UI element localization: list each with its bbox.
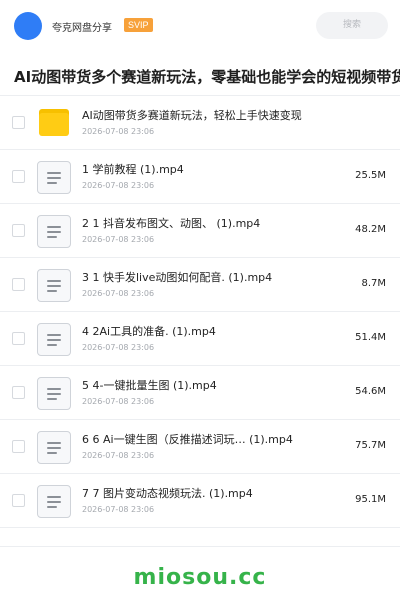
file-icon (37, 323, 71, 356)
item-name[interactable]: 1 学前教程 (1).mp4 (82, 161, 342, 177)
list-item[interactable]: 5 4-一键批量生图 (1).mp4 2026-07-08 23:06 54.6… (0, 366, 400, 420)
select-checkbox[interactable] (12, 332, 25, 345)
item-date: 2026-07-08 23:06 (82, 181, 155, 190)
search-input[interactable]: 搜索 (316, 12, 388, 39)
item-date: 2026-07-08 23:06 (82, 343, 155, 352)
file-icon (37, 431, 71, 464)
select-checkbox[interactable] (12, 494, 25, 507)
item-date: 2026-07-08 23:06 (82, 451, 155, 460)
item-size: 95.1M (355, 494, 386, 505)
file-icon (37, 269, 71, 302)
item-name[interactable]: 4 2Ai工具的准备. (1).mp4 (82, 323, 342, 339)
item-name[interactable]: 5 4-一键批量生图 (1).mp4 (82, 377, 342, 393)
select-checkbox[interactable] (12, 386, 25, 399)
item-date: 2026-07-08 23:06 (82, 397, 155, 406)
share-title: AI动图带货多个赛道新玩法，零基础也能学会的短视频带货 (14, 68, 400, 86)
file-icon (37, 485, 71, 518)
item-size: 48.2M (355, 224, 386, 235)
list-item[interactable]: 1 学前教程 (1).mp4 2026-07-08 23:06 25.5M (0, 150, 400, 204)
item-size: 25.5M (355, 170, 386, 181)
folder-icon (39, 109, 69, 136)
file-list: AI动图带货多赛道新玩法，轻松上手快速变现 2026-07-08 23:06 1… (0, 96, 400, 528)
item-name[interactable]: AI动图带货多赛道新玩法，轻松上手快速变现 (82, 107, 342, 123)
select-checkbox[interactable] (12, 170, 25, 183)
select-checkbox[interactable] (12, 440, 25, 453)
select-checkbox[interactable] (12, 278, 25, 291)
owner-name[interactable]: 夸克网盘分享 (52, 19, 112, 34)
item-date: 2026-07-08 23:06 (82, 235, 155, 244)
watermark: miosou.cc (133, 565, 267, 590)
list-item[interactable]: 7 7 图片变动态视频玩法. (1).mp4 2026-07-08 23:06 … (0, 474, 400, 528)
select-checkbox[interactable] (12, 224, 25, 237)
avatar[interactable] (14, 12, 42, 40)
file-icon (37, 215, 71, 248)
item-date: 2026-07-08 23:06 (82, 505, 155, 514)
item-date: 2026-07-08 23:06 (82, 127, 155, 136)
item-size: 8.7M (361, 278, 386, 289)
share-title-bar: AI动图带货多个赛道新玩法，零基础也能学会的短视频带货 (0, 52, 400, 96)
item-name[interactable]: 2 1 抖音发布图文、动图、 (1).mp4 (82, 215, 342, 231)
file-icon (37, 377, 71, 410)
list-item[interactable]: 3 1 快手发live动图如何配音. (1).mp4 2026-07-08 23… (0, 258, 400, 312)
list-item[interactable]: 4 2Ai工具的准备. (1).mp4 2026-07-08 23:06 51.… (0, 312, 400, 366)
list-item[interactable]: AI动图带货多赛道新玩法，轻松上手快速变现 2026-07-08 23:06 (0, 96, 400, 150)
svip-badge: SVIP (124, 18, 153, 32)
item-name[interactable]: 6 6 Ai一键生图（反推描述词玩… (1).mp4 (82, 431, 342, 447)
list-item[interactable]: 6 6 Ai一键生图（反推描述词玩… (1).mp4 2026-07-08 23… (0, 420, 400, 474)
item-name[interactable]: 7 7 图片变动态视频玩法. (1).mp4 (82, 485, 342, 501)
item-size: 75.7M (355, 440, 386, 451)
item-name[interactable]: 3 1 快手发live动图如何配音. (1).mp4 (82, 269, 342, 285)
file-icon (37, 161, 71, 194)
header-bar: 夸克网盘分享 SVIP 搜索 (0, 0, 400, 52)
item-date: 2026-07-08 23:06 (82, 289, 155, 298)
list-item[interactable]: 2 1 抖音发布图文、动图、 (1).mp4 2026-07-08 23:06 … (0, 204, 400, 258)
item-size: 54.6M (355, 386, 386, 397)
item-size: 51.4M (355, 332, 386, 343)
select-checkbox[interactable] (12, 116, 25, 129)
